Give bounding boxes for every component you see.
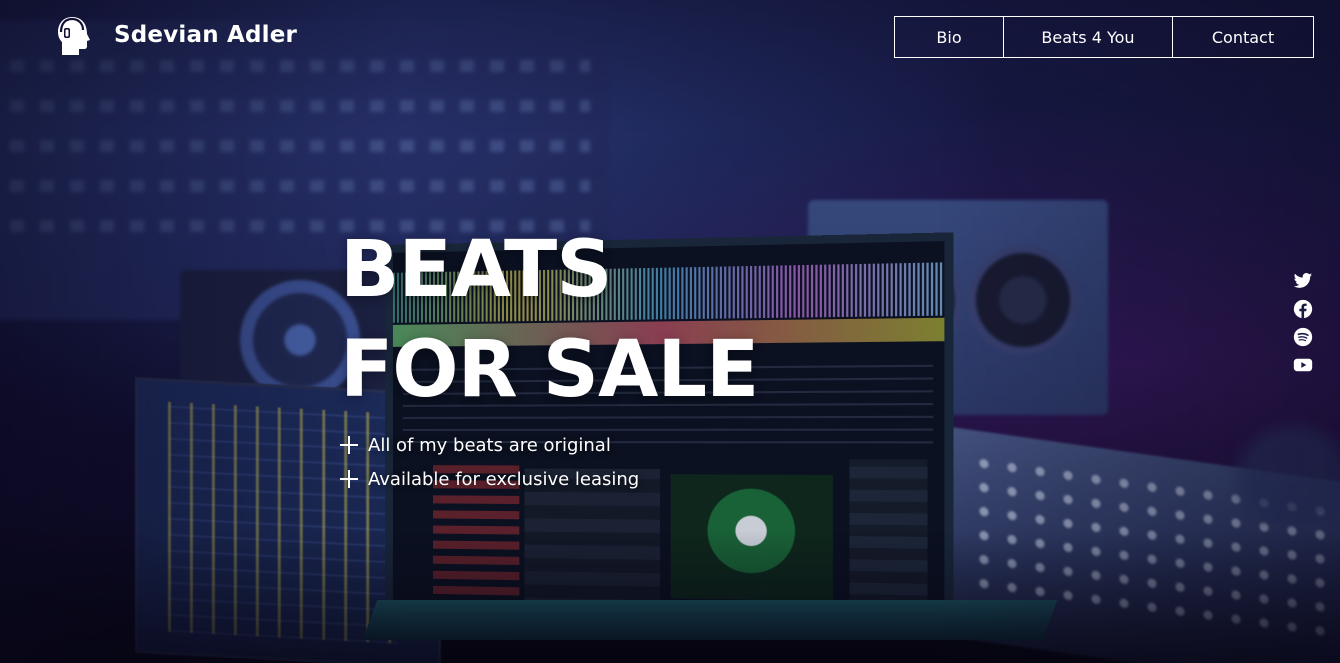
headphones-head-icon	[58, 17, 90, 55]
spotify-icon[interactable]	[1293, 327, 1313, 347]
feature-item: All of my beats are original	[340, 428, 639, 462]
site-logo[interactable]	[55, 13, 93, 59]
hero-title: BEATS FOR SALE	[340, 220, 759, 420]
nav-item-bio[interactable]: Bio	[895, 17, 1003, 57]
feature-text: All of my beats are original	[368, 434, 611, 456]
feature-item: Available for exclusive leasing	[340, 462, 639, 496]
hero-title-line1: BEATS	[340, 225, 612, 315]
youtube-icon[interactable]	[1293, 355, 1313, 375]
plus-icon	[340, 470, 358, 488]
facebook-icon[interactable]	[1293, 299, 1313, 319]
plus-icon	[340, 436, 358, 454]
nav-item-contact[interactable]: Contact	[1172, 17, 1313, 57]
twitter-icon[interactable]	[1293, 271, 1313, 291]
nav-item-beats-4-you[interactable]: Beats 4 You	[1003, 17, 1172, 57]
feature-list: All of my beats are original Available f…	[340, 428, 639, 496]
social-links	[1293, 271, 1313, 375]
brand-name[interactable]: Sdevian Adler	[114, 22, 297, 48]
hero-title-line2: FOR SALE	[340, 325, 759, 415]
feature-text: Available for exclusive leasing	[368, 468, 640, 490]
main-nav: Bio Beats 4 You Contact	[894, 16, 1314, 58]
